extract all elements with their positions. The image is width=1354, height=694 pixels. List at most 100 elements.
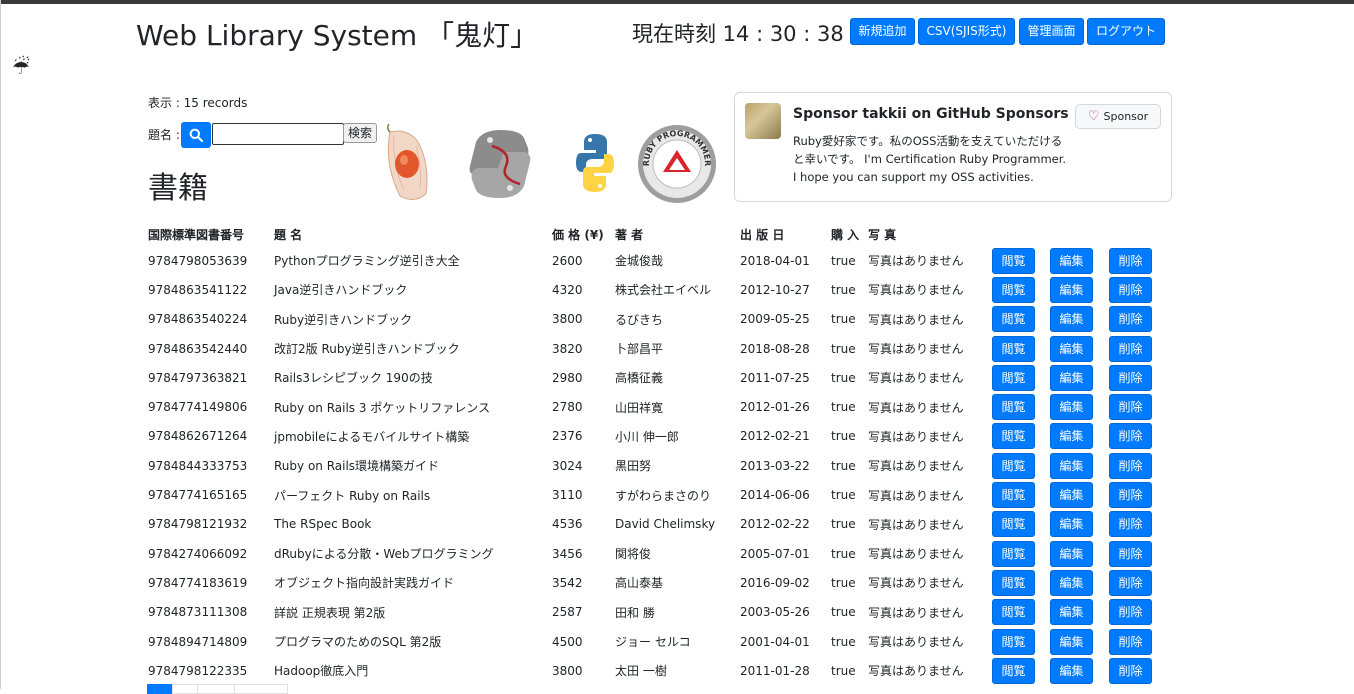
action-cell: 編集	[1050, 334, 1109, 363]
title-cell: jpmobileによるモバイルサイト構築	[274, 429, 470, 444]
action-cell: 閲覧	[992, 334, 1050, 363]
isbn-cell: 9784844333753	[148, 458, 248, 473]
action-cell: 閲覧	[992, 246, 1050, 275]
delete-button[interactable]: 削除	[1109, 657, 1152, 684]
view-button[interactable]: 閲覧	[992, 511, 1035, 538]
view-button[interactable]: 閲覧	[992, 394, 1035, 421]
title-cell: The RSpec Book	[274, 517, 372, 532]
delete-button[interactable]: 削除	[1109, 276, 1152, 303]
action-cell: 編集	[1050, 656, 1109, 685]
author-cell: 高橋征義	[615, 371, 664, 386]
view-button[interactable]: 閲覧	[992, 306, 1035, 333]
edit-button[interactable]: 編集	[1050, 540, 1093, 567]
price-cell: 4500	[552, 634, 583, 649]
sponsor-title: Sponsor takkii on GitHub Sponsors	[793, 106, 1069, 122]
delete-button[interactable]: 削除	[1109, 335, 1152, 362]
view-button[interactable]: 閲覧	[992, 628, 1035, 655]
isbn-cell: 9784863540224	[148, 312, 248, 327]
action-cell: 削除	[1109, 656, 1159, 685]
date-cell: 2011-01-28	[740, 663, 810, 678]
table-row: 9784798121932 The RSpec Book 4536 David Che…	[148, 510, 1159, 539]
title-cell: プログラマのためのSQL 第2版	[274, 635, 442, 649]
search-button[interactable]	[181, 122, 211, 148]
delete-button[interactable]: 削除	[1109, 247, 1152, 274]
date-cell: 2012-02-21	[740, 429, 810, 444]
delete-button[interactable]: 削除	[1109, 482, 1152, 509]
edit-button[interactable]: 編集	[1050, 423, 1093, 450]
action-cell: 編集	[1050, 568, 1109, 597]
edit-button[interactable]: 編集	[1050, 599, 1093, 626]
date-cell: 2011-07-25	[740, 370, 810, 385]
edit-button[interactable]: 編集	[1050, 657, 1093, 684]
edit-button[interactable]: 編集	[1050, 276, 1093, 303]
edit-button[interactable]: 編集	[1050, 247, 1093, 274]
view-button[interactable]: 閲覧	[992, 423, 1035, 450]
isbn-cell: 9784798121932	[148, 517, 248, 532]
action-cell: 削除	[1109, 480, 1159, 509]
delete-button[interactable]: 削除	[1109, 540, 1152, 567]
isbn-cell: 9784798053639	[148, 253, 248, 268]
isbn-cell: 9784774149806	[148, 400, 248, 415]
author-cell: 黒田努	[615, 459, 652, 474]
view-button[interactable]: 閲覧	[992, 482, 1035, 509]
author-cell: 関将俊	[615, 547, 652, 562]
delete-button[interactable]: 削除	[1109, 511, 1152, 538]
action-cell: 閲覧	[992, 539, 1050, 568]
edit-button[interactable]: 編集	[1050, 482, 1093, 509]
delete-button[interactable]: 削除	[1109, 423, 1152, 450]
edit-button[interactable]: 編集	[1050, 335, 1093, 362]
view-button[interactable]: 閲覧	[992, 276, 1035, 303]
page-link[interactable]	[172, 684, 198, 694]
view-button[interactable]: 閲覧	[992, 569, 1035, 596]
sponsor-button[interactable]: ♡ Sponsor	[1075, 104, 1161, 129]
page-link[interactable]	[234, 684, 288, 694]
view-button[interactable]: 閲覧	[992, 335, 1035, 362]
author-cell: 株式会社エイベル	[615, 283, 712, 298]
view-button[interactable]: 閲覧	[992, 599, 1035, 626]
action-cell: 編集	[1050, 539, 1109, 568]
edit-button[interactable]: 編集	[1050, 569, 1093, 596]
edit-button[interactable]: 編集	[1050, 394, 1093, 421]
action-cell: 閲覧	[992, 392, 1050, 421]
delete-button[interactable]: 削除	[1109, 364, 1152, 391]
view-button[interactable]: 閲覧	[992, 247, 1035, 274]
delete-button[interactable]: 削除	[1109, 628, 1152, 655]
view-button[interactable]: 閲覧	[992, 657, 1035, 684]
view-button[interactable]: 閲覧	[992, 364, 1035, 391]
header-price: 価 格 (¥)	[552, 227, 604, 242]
logout-button[interactable]: ログアウト	[1087, 18, 1165, 45]
view-button[interactable]: 閲覧	[992, 540, 1035, 567]
table-row: 9784774149806 Ruby on Rails 3 ポケットリファレンス 2…	[148, 392, 1159, 421]
delete-button[interactable]: 削除	[1109, 394, 1152, 421]
page-link[interactable]	[197, 684, 235, 694]
action-cell: 閲覧	[992, 305, 1050, 334]
edit-button[interactable]: 編集	[1050, 628, 1093, 655]
add-new-button[interactable]: 新規追加	[850, 18, 915, 45]
action-cell: 編集	[1050, 363, 1109, 392]
page-link-active[interactable]	[147, 684, 173, 694]
title-search-input[interactable]	[212, 123, 344, 145]
delete-button[interactable]: 削除	[1109, 452, 1152, 479]
date-cell: 2001-04-01	[740, 634, 810, 649]
purchase-cell: true	[831, 253, 856, 268]
delete-button[interactable]: 削除	[1109, 569, 1152, 596]
action-cell: 削除	[1109, 598, 1159, 627]
title-cell: Ruby on Rails環境構築ガイド	[274, 459, 440, 474]
photo-cell: 写真はありません	[868, 547, 964, 562]
search-submit-button[interactable]: 検索	[343, 123, 377, 143]
csv-export-button[interactable]: CSV(SJIS形式)	[918, 18, 1015, 45]
title-cell: Hadoop徹底入門	[274, 664, 369, 679]
admin-button[interactable]: 管理画面	[1019, 18, 1084, 45]
edit-button[interactable]: 編集	[1050, 452, 1093, 479]
edit-button[interactable]: 編集	[1050, 306, 1093, 333]
isbn-cell: 9784274066092	[148, 546, 248, 561]
edit-button[interactable]: 編集	[1050, 364, 1093, 391]
price-cell: 3820	[552, 341, 583, 356]
title-cell: Java逆引きハンドブック	[274, 283, 408, 298]
action-cell: 削除	[1109, 627, 1159, 656]
view-button[interactable]: 閲覧	[992, 452, 1035, 479]
delete-button[interactable]: 削除	[1109, 306, 1152, 333]
action-cell: 削除	[1109, 510, 1159, 539]
edit-button[interactable]: 編集	[1050, 511, 1093, 538]
delete-button[interactable]: 削除	[1109, 599, 1152, 626]
